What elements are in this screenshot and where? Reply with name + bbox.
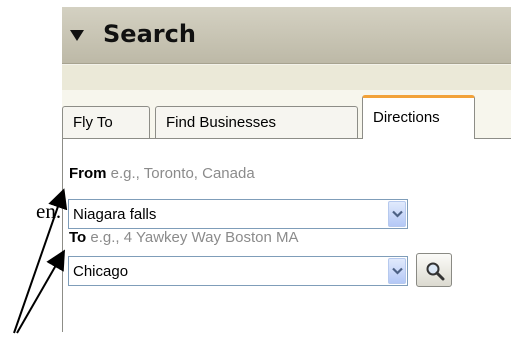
arrow-to-to-field [16,249,65,334]
annotation-arrows [13,188,68,334]
arrow-to-from-field [13,188,68,334]
